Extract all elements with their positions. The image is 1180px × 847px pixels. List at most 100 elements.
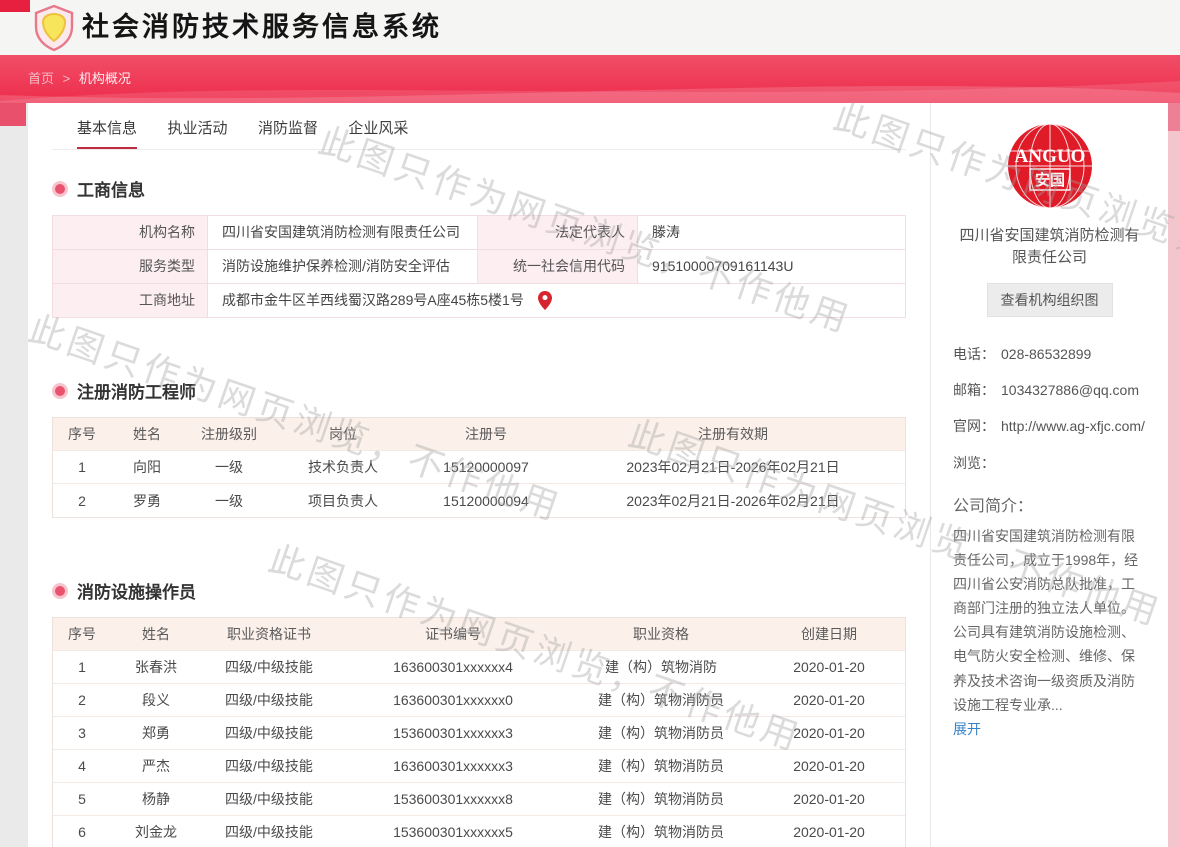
cell: 一级: [183, 457, 275, 477]
col-header: 职业资格证书: [201, 624, 337, 644]
cell: 6: [53, 824, 111, 840]
breadcrumb-current: 机构概况: [79, 71, 131, 86]
cell: 四级/中级技能: [201, 756, 337, 776]
sidebar-company-name: 四川省安国建筑消防检测有限责任公司: [931, 225, 1168, 269]
cell: 15120000097: [411, 459, 561, 475]
cell: 15120000094: [411, 493, 561, 509]
cell: 建（构）筑物消防: [569, 657, 753, 677]
company-intro-text: 四川省安国建筑消防检测有限责任公司，成立于1998年，经四川省公安消防总队批准，…: [931, 516, 1168, 717]
phone-value: 028-86532899: [1001, 343, 1091, 365]
top-header: 社会消防技术服务信息系统: [0, 0, 1180, 55]
expand-link[interactable]: 展开: [931, 717, 1168, 739]
main-content: 基本信息 执业活动 消防监督 企业风采 工商信息 机构名称 四川省安国建筑消防检…: [28, 103, 930, 847]
cell: 1: [53, 459, 111, 475]
section-title-text: 消防设施操作员: [77, 578, 196, 603]
cell: 建（构）筑物消防员: [569, 822, 753, 842]
cell: 2023年02月21日-2026年02月21日: [561, 457, 905, 477]
website-row: 官网： http://www.ag-xfjc.com/: [953, 415, 1148, 437]
org-name-value: 四川省安国建筑消防检测有限责任公司: [208, 216, 478, 250]
cell: 杨静: [111, 789, 201, 809]
cell: 2020-01-20: [753, 791, 905, 807]
phone-row: 电话： 028-86532899: [953, 343, 1148, 365]
breadcrumb-home-link[interactable]: 首页: [28, 71, 54, 86]
email-row: 邮箱： 1034327886@qq.com: [953, 379, 1148, 401]
banner-wave-decoration: [0, 77, 1180, 103]
phone-label: 电话：: [953, 343, 1001, 365]
tab-basic-info[interactable]: 基本信息: [77, 117, 137, 149]
org-name-label: 机构名称: [53, 216, 208, 250]
cell: 2: [53, 692, 111, 708]
col-header: 姓名: [111, 624, 201, 644]
cell: 2020-01-20: [753, 659, 905, 675]
cell: 2: [53, 493, 111, 509]
cell: 建（构）筑物消防员: [569, 789, 753, 809]
cell: 一级: [183, 491, 275, 511]
tab-bar: 基本信息 执业活动 消防监督 企业风采: [52, 103, 906, 150]
table-row: 5 杨静 四级/中级技能 153600301xxxxxx8 建（构）筑物消防员 …: [53, 783, 905, 816]
business-info-table: 机构名称 四川省安国建筑消防检测有限责任公司 法定代表人 滕涛 服务类型 消防设…: [52, 215, 906, 318]
svg-text:ANGUO: ANGUO: [1014, 146, 1085, 167]
cell: 5: [53, 791, 111, 807]
views-label: 浏览：: [953, 452, 1001, 474]
cell: 2020-01-20: [753, 725, 905, 741]
table-row: 1 向阳 一级 技术负责人 15120000097 2023年02月21日-20…: [53, 451, 905, 484]
cell: 四级/中级技能: [201, 657, 337, 677]
company-sidebar: ANGUO 安国 四川省安国建筑消防检测有限责任公司 查看机构组织图 电话： 0…: [930, 103, 1168, 847]
email-value: 1034327886@qq.com: [1001, 379, 1139, 401]
operators-table-header: 序号 姓名 职业资格证书 证书编号 职业资格 创建日期: [53, 618, 905, 651]
cell: 技术负责人: [275, 457, 411, 477]
table-row: 2 段义 四级/中级技能 163600301xxxxxx0 建（构）筑物消防员 …: [53, 684, 905, 717]
right-edge-strip: [1168, 103, 1180, 847]
map-pin-icon[interactable]: [538, 291, 552, 310]
legal-rep-value: 滕涛: [638, 216, 905, 250]
cell: 2020-01-20: [753, 758, 905, 774]
col-header: 序号: [53, 624, 111, 644]
table-row: 2 罗勇 一级 项目负责人 15120000094 2023年02月21日-20…: [53, 484, 905, 517]
site-title: 社会消防技术服务信息系统: [82, 0, 442, 55]
section-fire-engineers: 注册消防工程师: [52, 378, 906, 403]
cell: 段义: [111, 690, 201, 710]
col-header: 创建日期: [753, 624, 905, 644]
engineers-table: 序号 姓名 注册级别 岗位 注册号 注册有效期 1 向阳 一级 技术负责人 15…: [52, 417, 906, 518]
section-title-text: 工商信息: [77, 176, 145, 201]
cell: 向阳: [111, 457, 183, 477]
content-card: 基本信息 执业活动 消防监督 企业风采 工商信息 机构名称 四川省安国建筑消防检…: [28, 103, 1168, 847]
col-header: 证书编号: [337, 624, 569, 644]
col-header: 注册有效期: [561, 424, 905, 444]
section-facility-operators: 消防设施操作员: [52, 578, 906, 603]
cell: 3: [53, 725, 111, 741]
col-header: 职业资格: [569, 624, 753, 644]
cell: 153600301xxxxxx3: [337, 725, 569, 741]
cell: 163600301xxxxxx3: [337, 758, 569, 774]
contact-info: 电话： 028-86532899 邮箱： 1034327886@qq.com 官…: [931, 343, 1168, 475]
legal-rep-label: 法定代表人: [478, 216, 638, 250]
company-logo-icon: ANGUO 安国: [1007, 123, 1093, 209]
cell: 严杰: [111, 756, 201, 776]
col-header: 姓名: [111, 424, 183, 444]
service-type-label: 服务类型: [53, 250, 208, 284]
cell: 罗勇: [111, 491, 183, 511]
cell: 4: [53, 758, 111, 774]
credit-code-label: 统一社会信用代码: [478, 250, 638, 284]
breadcrumb-separator: >: [63, 71, 71, 86]
view-org-chart-button[interactable]: 查看机构组织图: [987, 283, 1113, 317]
section-title-text: 注册消防工程师: [77, 378, 196, 403]
col-header: 注册号: [411, 424, 561, 444]
cell: 2023年02月21日-2026年02月21日: [561, 491, 905, 511]
section-business-info: 工商信息: [52, 176, 906, 201]
tab-practice-activity[interactable]: 执业活动: [167, 117, 227, 147]
section-bullet-icon: [55, 386, 65, 396]
website-link[interactable]: http://www.ag-xfjc.com/: [1001, 415, 1145, 437]
credit-code-value: 91510000709161143U: [638, 250, 905, 284]
tab-company-gallery[interactable]: 企业风采: [348, 117, 408, 147]
cell: 刘金龙: [111, 822, 201, 842]
cell: 1: [53, 659, 111, 675]
website-label: 官网：: [953, 415, 1001, 437]
svg-text:安国: 安国: [1034, 171, 1064, 189]
breadcrumb: 首页 > 机构概况: [28, 55, 131, 103]
col-header: 岗位: [275, 424, 411, 444]
col-header: 注册级别: [183, 424, 275, 444]
cell: 张春洪: [111, 657, 201, 677]
cell: 四级/中级技能: [201, 822, 337, 842]
tab-fire-supervision[interactable]: 消防监督: [258, 117, 318, 147]
